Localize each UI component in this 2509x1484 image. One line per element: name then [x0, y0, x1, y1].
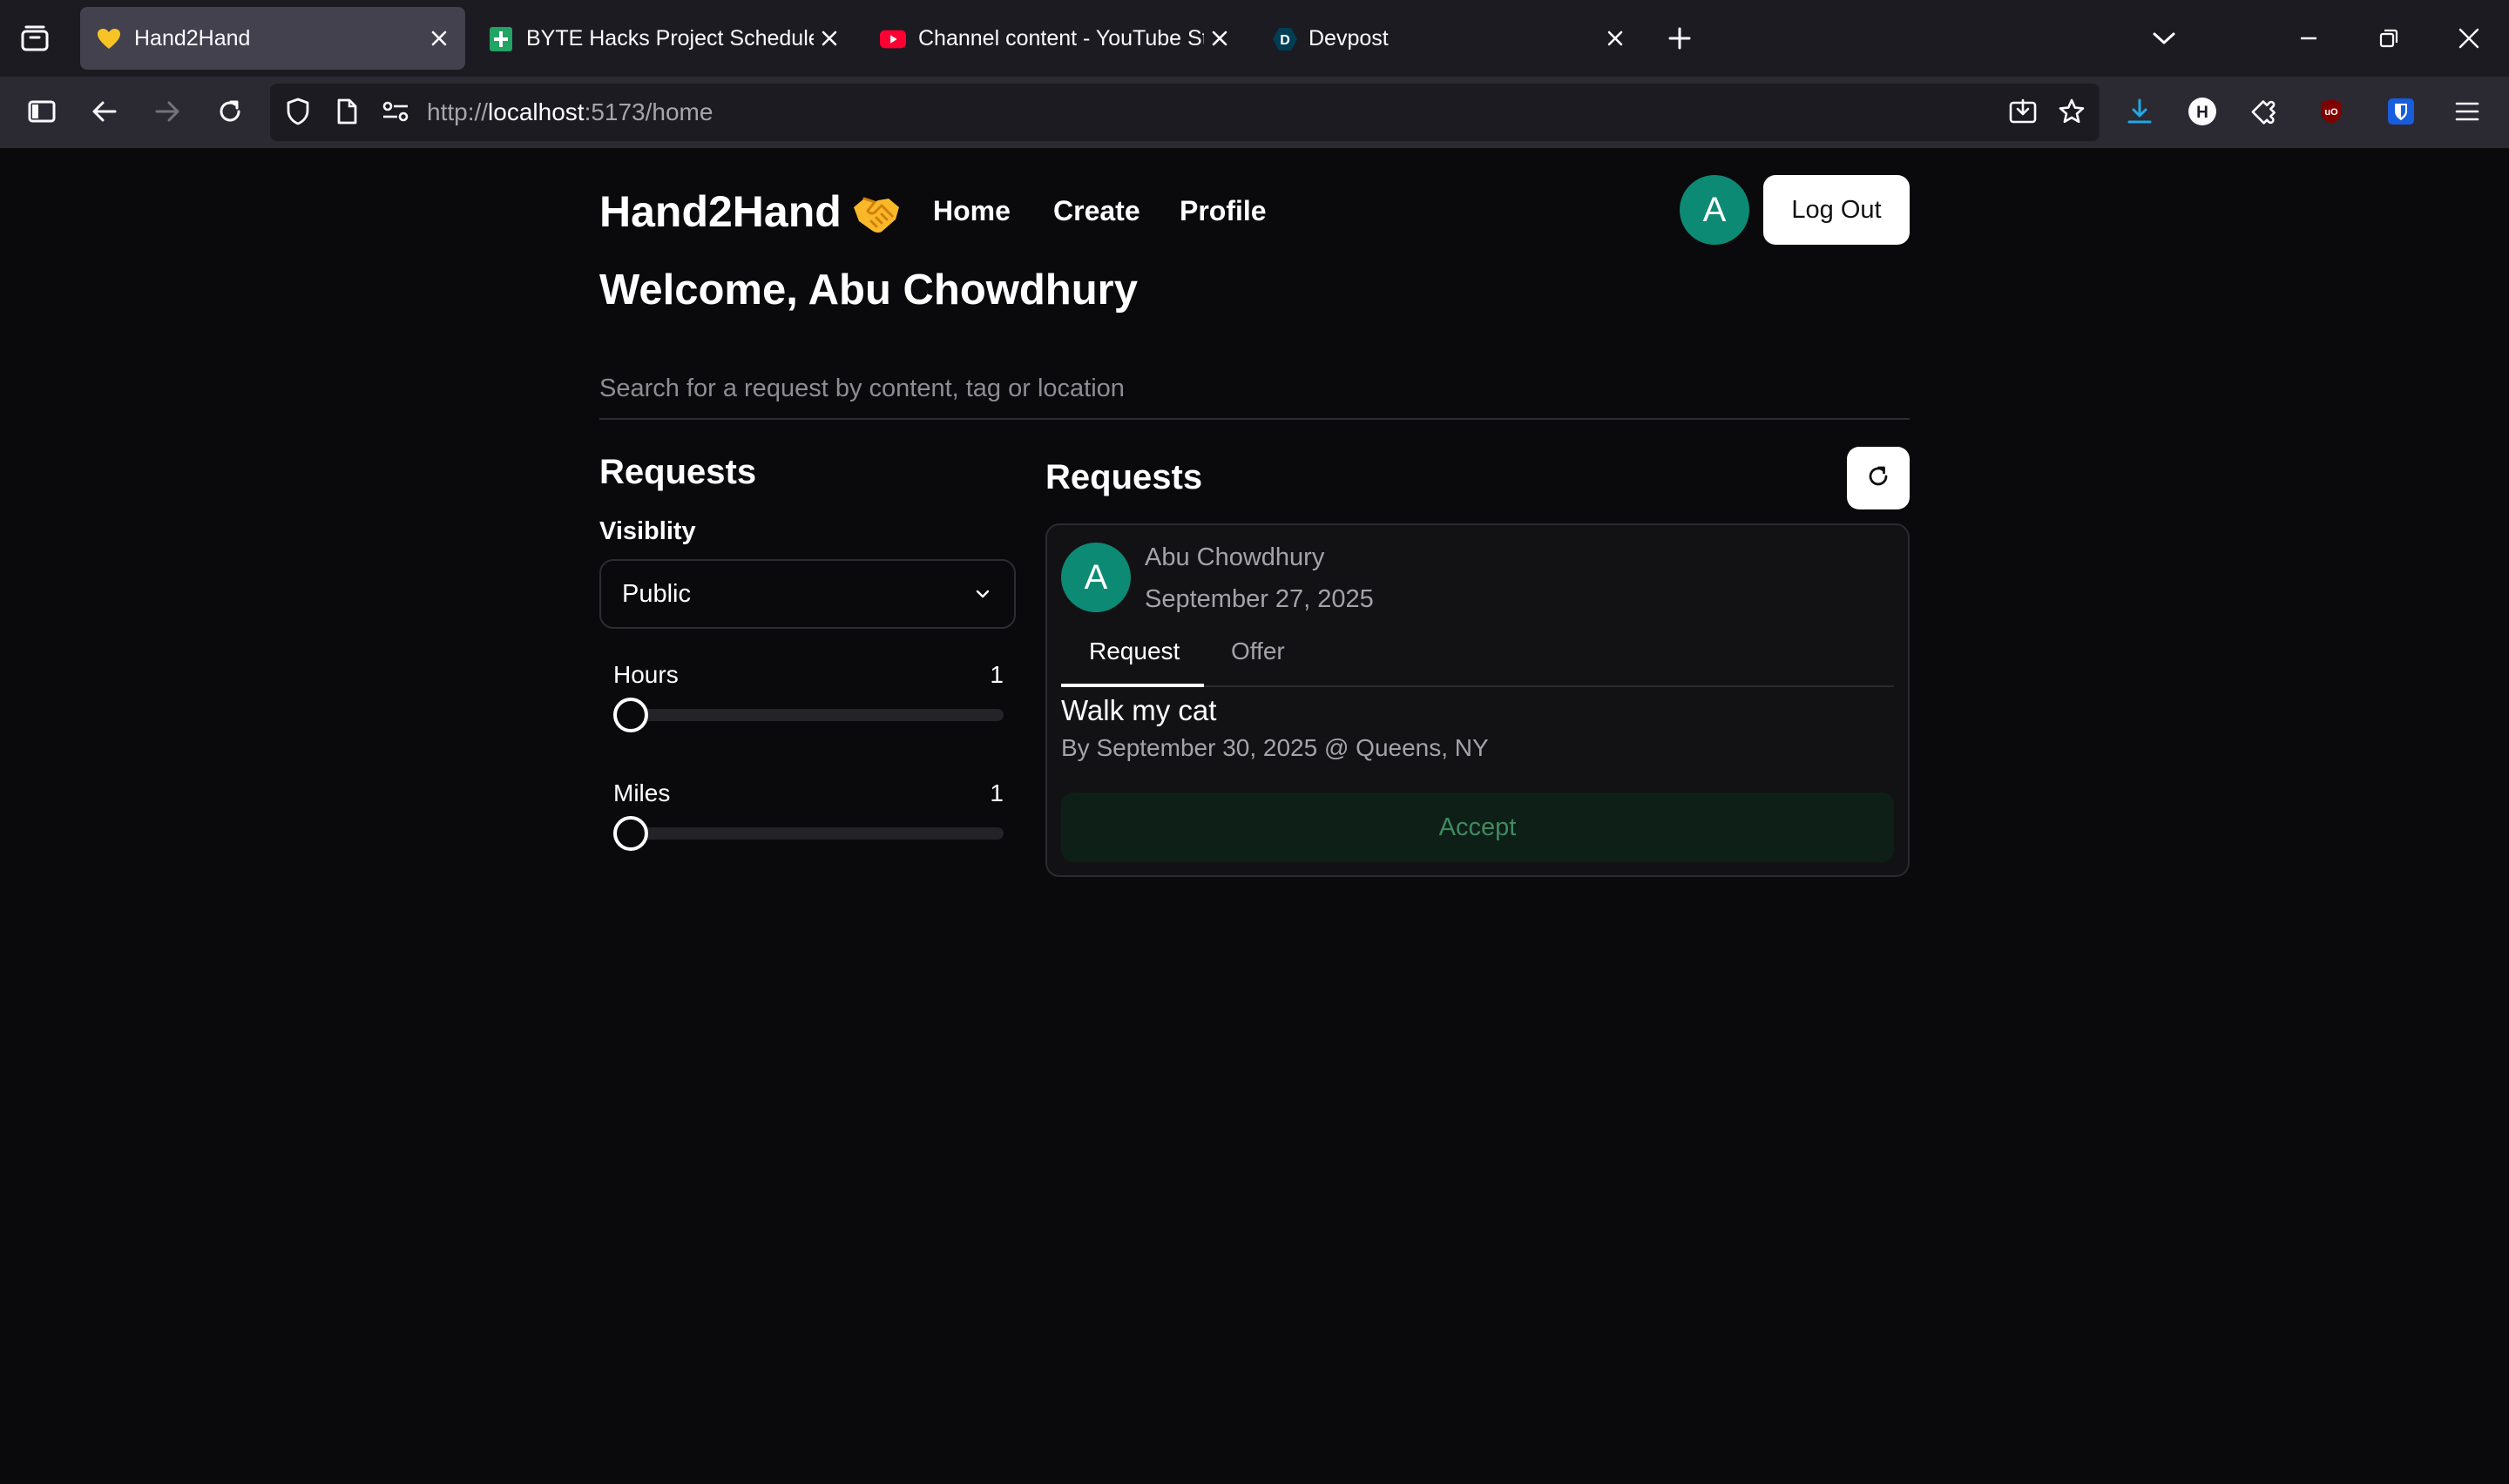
tracking-protection-shield-icon[interactable]	[281, 94, 315, 129]
nav-create-link[interactable]: Create	[1053, 195, 1140, 227]
author-avatar[interactable]: A	[1061, 543, 1131, 612]
close-tab-icon[interactable]	[429, 28, 450, 49]
minimize-window-icon[interactable]	[2293, 24, 2324, 52]
hours-slider-track[interactable]	[615, 709, 1004, 721]
browser-tab-devpost[interactable]: D Devpost	[1256, 7, 1640, 70]
search-input[interactable]	[599, 359, 1910, 420]
miles-label: Miles	[613, 779, 671, 806]
request-details: By September 30, 2025 @ Queens, NY	[1061, 734, 1489, 761]
sidebar-toggle-icon[interactable]	[24, 94, 59, 129]
forward-arrow-icon[interactable]	[150, 94, 185, 129]
author-name: Abu Chowdhury	[1145, 543, 1325, 571]
restore-window-icon[interactable]	[2373, 24, 2404, 52]
tab-title: Channel content - YouTube Stu	[918, 26, 1204, 51]
request-title: Walk my cat	[1061, 694, 1217, 726]
reload-icon[interactable]	[213, 94, 247, 129]
close-tab-icon[interactable]	[1605, 28, 1626, 49]
refresh-icon	[1865, 463, 1891, 494]
extension-h-icon[interactable]: H	[2185, 94, 2220, 129]
heart-emoji-icon	[96, 26, 122, 52]
browser-tab-byte-hacks[interactable]: BYTE Hacks Project Schedule - G	[472, 7, 855, 70]
url-scheme: http://	[427, 98, 489, 125]
close-tab-icon[interactable]	[819, 28, 840, 49]
menu-hamburger-icon[interactable]	[2450, 94, 2485, 129]
requests-heading: Requests	[1045, 458, 1203, 496]
browser-tab-hand2hand[interactable]: Hand2Hand	[80, 7, 465, 70]
svg-text:D: D	[1280, 33, 1290, 48]
youtube-icon	[880, 26, 906, 52]
log-out-button[interactable]: Log Out	[1763, 175, 1910, 245]
tab-offer[interactable]: Offer	[1231, 637, 1285, 665]
install-app-icon[interactable]	[2005, 94, 2040, 129]
url-path: :5173/home	[584, 98, 713, 125]
ublock-origin-icon[interactable]: uO	[2314, 94, 2349, 129]
url-text[interactable]: http://localhost:5173/home	[427, 84, 713, 141]
filters-title: Requests	[599, 453, 757, 491]
devpost-icon: D	[1272, 26, 1298, 52]
url-host: localhost	[488, 98, 585, 125]
miles-value: 1	[990, 779, 1004, 806]
hours-slider-thumb[interactable]	[613, 698, 648, 732]
page-info-icon[interactable]	[329, 94, 364, 129]
user-avatar[interactable]: A	[1680, 175, 1749, 245]
tab-overview-icon[interactable]	[17, 23, 52, 54]
hours-value: 1	[990, 661, 1004, 688]
handshake-emoji-icon	[852, 192, 901, 235]
visibility-select[interactable]: Public	[599, 559, 1016, 629]
nav-profile-link[interactable]: Profile	[1180, 195, 1267, 227]
visibility-selected-value: Public	[622, 580, 691, 608]
welcome-heading: Welcome, Abu Chowdhury	[599, 266, 1138, 314]
browser-tab-youtube-studio[interactable]: Channel content - YouTube Stu	[864, 7, 1248, 70]
chevron-down-icon	[972, 583, 993, 604]
tab-list-chevron-down-icon[interactable]	[2147, 24, 2181, 52]
hours-label: Hours	[613, 661, 679, 688]
svg-text:uO: uO	[2324, 107, 2338, 118]
close-tab-icon[interactable]	[1209, 28, 1230, 49]
miles-slider-track[interactable]	[615, 827, 1004, 840]
active-tab-indicator	[1061, 684, 1204, 687]
refresh-button[interactable]	[1847, 447, 1910, 509]
browser-tab-bar: Hand2Hand BYTE Hacks Project Schedule - …	[0, 0, 2509, 77]
visibility-label: Visiblity	[599, 517, 696, 545]
permissions-icon[interactable]	[378, 94, 413, 129]
downloads-icon[interactable]	[2122, 94, 2157, 129]
bookmark-star-icon[interactable]	[2054, 94, 2089, 129]
brand-logo-text[interactable]: Hand2Hand	[599, 186, 842, 237]
nav-home-link[interactable]: Home	[933, 195, 1011, 227]
new-tab-icon[interactable]	[1664, 23, 1695, 54]
accept-button[interactable]: Accept	[1061, 793, 1894, 862]
svg-text:H: H	[2196, 104, 2208, 122]
tab-title: Hand2Hand	[134, 26, 251, 51]
miles-slider-thumb[interactable]	[613, 816, 648, 851]
tab-title: BYTE Hacks Project Schedule - G	[526, 26, 814, 51]
bitwarden-icon[interactable]	[2384, 94, 2418, 129]
post-date: September 27, 2025	[1145, 585, 1374, 613]
tab-request[interactable]: Request	[1089, 637, 1180, 665]
extensions-puzzle-icon[interactable]	[2248, 94, 2282, 129]
google-sheets-icon	[488, 26, 514, 52]
close-window-icon[interactable]	[2453, 24, 2485, 52]
tab-title: Devpost	[1309, 26, 1389, 51]
back-arrow-icon[interactable]	[87, 94, 122, 129]
